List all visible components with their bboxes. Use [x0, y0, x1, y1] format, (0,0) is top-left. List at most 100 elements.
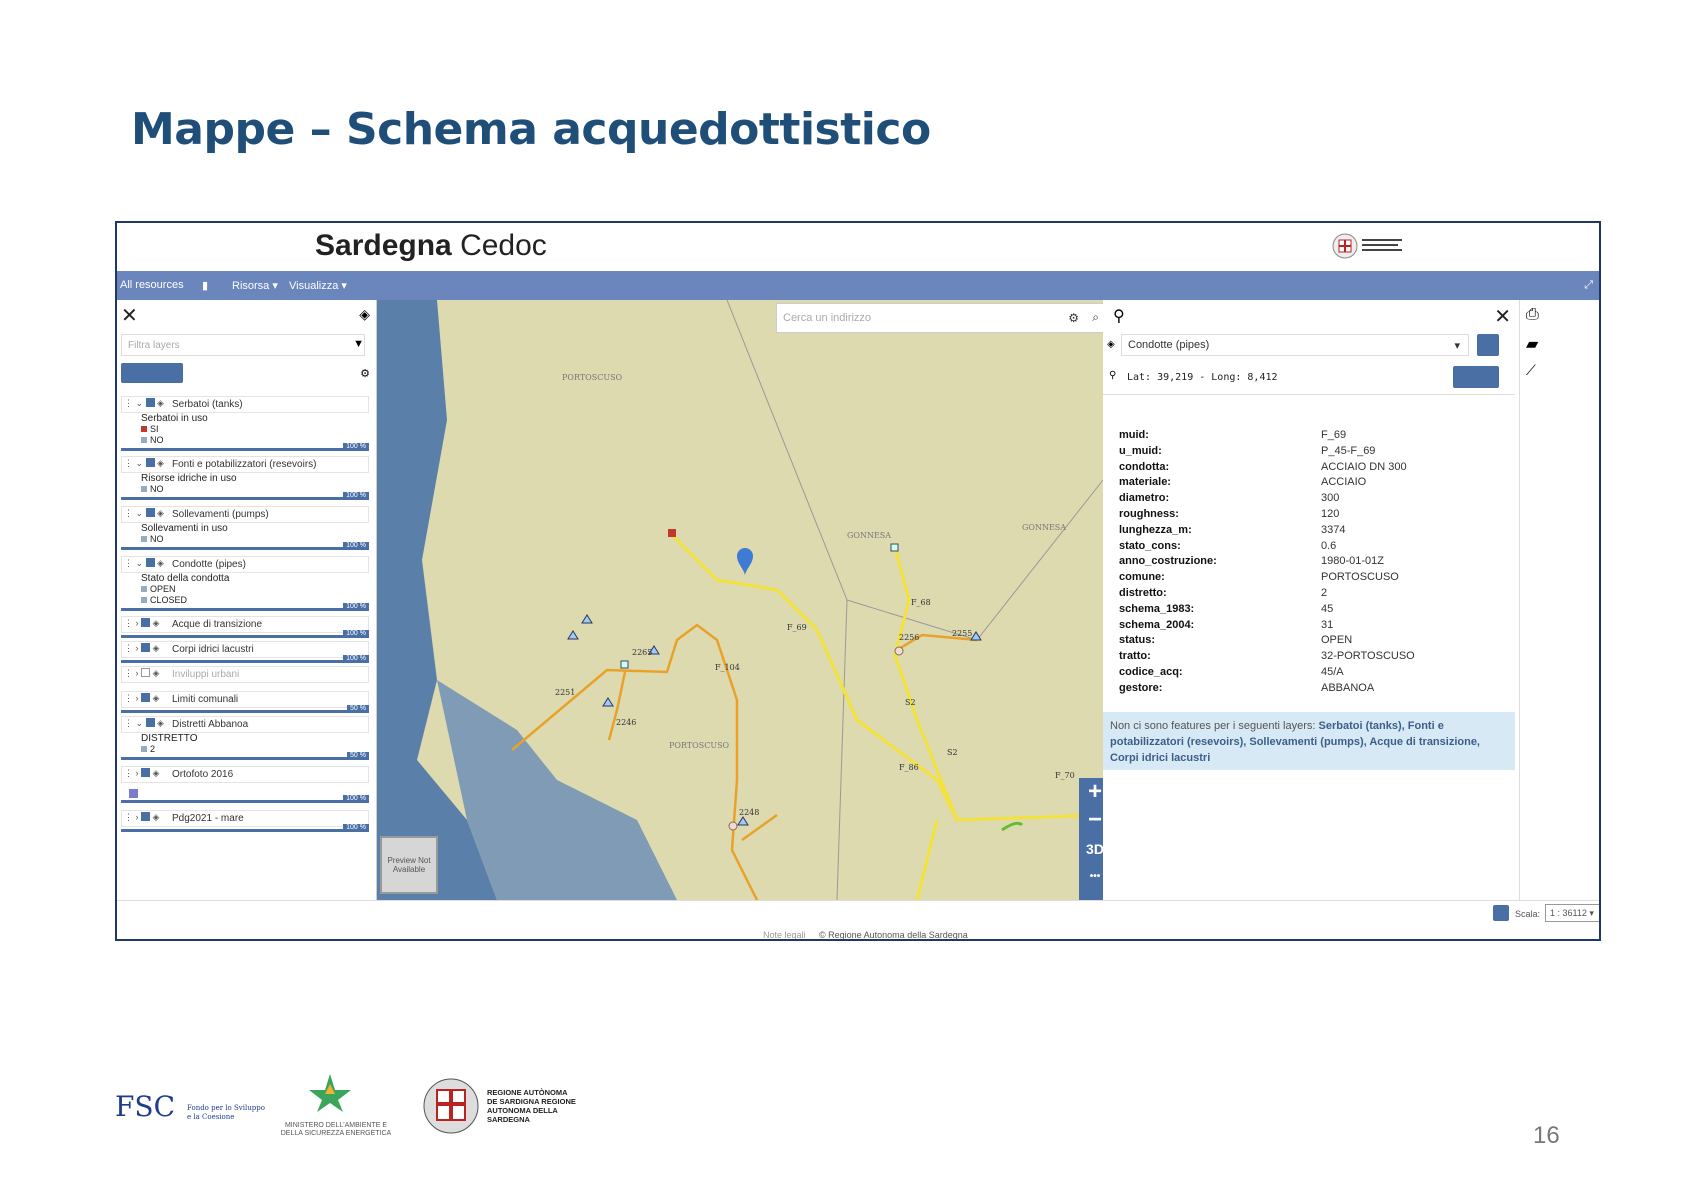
layer-header[interactable]: ⋮ ⌄ ◈ Serbatoi (tanks): [121, 396, 369, 413]
nav-risorsa[interactable]: Risorsa ▾: [232, 279, 278, 292]
fullscreen-icon[interactable]: ⤢: [1584, 279, 1593, 292]
layer-checkbox[interactable]: [145, 398, 155, 407]
layer-header[interactable]: ⋮ ⌄ ◈ Condotte (pipes): [121, 556, 369, 573]
location-pin-icon[interactable]: [737, 548, 753, 576]
tank-marker[interactable]: [620, 660, 629, 669]
gear-icon[interactable]: ⚙: [360, 367, 370, 380]
layer-controls[interactable]: ⋮ ⌄ ◈: [124, 718, 164, 729]
opacity-slider[interactable]: 100 %: [121, 492, 369, 500]
filter-layers-input[interactable]: Filtra layers: [121, 334, 365, 356]
chart-button[interactable]: [1477, 334, 1499, 356]
reservoir-marker[interactable]: [567, 630, 579, 640]
brand-logo[interactable]: Sardegna Cedoc: [315, 229, 547, 263]
reservoir-marker[interactable]: [737, 816, 749, 826]
layer-header[interactable]: ⋮ ⌄ ◈ Distretti Abbanoa: [121, 716, 369, 733]
info-buttons[interactable]: [1453, 366, 1499, 388]
opacity-slider[interactable]: 100 %: [121, 542, 369, 550]
layer-header[interactable]: ⋮ › ◈ Ortofoto 2016: [121, 766, 369, 783]
layer-header[interactable]: ⋮ › ◈ Acque di transizione: [121, 616, 369, 633]
layer-name: Fonti e potabilizzatori (resevoirs): [172, 459, 317, 470]
layer-controls[interactable]: ⋮ › ◈: [124, 643, 159, 654]
map-view[interactable]: PORTOSCUSO GONNESA GONNESA PORTOSCUSO F_69 F_…: [377, 300, 1103, 900]
opacity-slider[interactable]: 100 %: [121, 630, 369, 638]
filter-icon[interactable]: ▼: [353, 338, 364, 350]
layer-item[interactable]: ⋮ › ◈ Pdg2021 - mare 100 %: [121, 810, 369, 832]
reservoir-marker[interactable]: [602, 697, 614, 707]
opacity-slider[interactable]: 100 %: [121, 603, 369, 611]
map-canvas[interactable]: PORTOSCUSO GONNESA GONNESA PORTOSCUSO F_69 F_…: [377, 300, 1103, 900]
layer-checkbox[interactable]: [145, 558, 155, 567]
layer-checkbox[interactable]: [141, 812, 150, 821]
layer-header[interactable]: ⋮ › ◈ Inviluppi urbani: [121, 666, 369, 683]
layer-controls[interactable]: ⋮ ⌄ ◈: [124, 508, 164, 519]
layer-controls[interactable]: ⋮ ⌄ ◈: [124, 558, 164, 569]
gear-icon[interactable]: ⚙: [1068, 311, 1079, 325]
layer-controls[interactable]: ⋮ › ◈: [124, 768, 159, 779]
layer-controls[interactable]: ⋮ › ◈: [124, 693, 159, 704]
layer-checkbox[interactable]: [141, 668, 150, 677]
reservoir-marker[interactable]: [970, 631, 982, 641]
layer-item[interactable]: ⋮ › ◈ Corpi idrici lacustri 100 %: [121, 641, 369, 663]
scale-icon[interactable]: [1493, 905, 1509, 921]
layer-toolbar[interactable]: [121, 363, 183, 383]
layer-header[interactable]: ⋮ › ◈ Corpi idrici lacustri: [121, 641, 369, 658]
reservoir-marker[interactable]: [581, 614, 593, 624]
layer-header[interactable]: ⋮ ⌄ ◈ Fonti e potabilizzatori (resevoirs): [121, 456, 369, 473]
map-icon[interactable]: ▮: [202, 279, 208, 292]
layer-header[interactable]: ⋮ ⌄ ◈ Sollevamenti (pumps): [121, 506, 369, 523]
layer-controls[interactable]: ⋮ ⌄ ◈: [124, 398, 164, 409]
layer-item[interactable]: ⋮ ⌄ ◈ Sollevamenti (pumps) Sollevamenti in…: [121, 506, 369, 550]
tank-marker[interactable]: [668, 529, 676, 537]
layer-checkbox[interactable]: [141, 693, 150, 702]
nav-all-resources[interactable]: All resources: [120, 279, 184, 291]
layer-item[interactable]: ⋮ ⌄ ◈ Serbatoi (tanks) Serbatoi in uso SI NO…: [121, 396, 369, 451]
layer-item[interactable]: ⋮ › ◈ Ortofoto 2016 100 %: [121, 766, 369, 803]
search-icon[interactable]: ⌕: [1092, 310, 1099, 325]
background-preview[interactable]: Preview Not Available: [380, 836, 438, 894]
layer-item[interactable]: ⋮ ⌄ ◈ Distretti Abbanoa DISTRETTO 2 50 %: [121, 716, 369, 760]
folder-icon[interactable]: ▰: [1526, 334, 1538, 354]
close-icon[interactable]: ✕: [121, 303, 138, 328]
layer-item[interactable]: ⋮ ⌄ ◈ Condotte (pipes) Stato della condott…: [121, 556, 369, 611]
more-button[interactable]: •••: [1079, 864, 1103, 890]
layer-checkbox[interactable]: [141, 768, 150, 777]
legal-link[interactable]: Note legali: [763, 930, 806, 939]
zoom-out-button[interactable]: −: [1079, 806, 1103, 834]
3d-button[interactable]: 3D: [1079, 834, 1103, 864]
opacity-slider[interactable]: 50 %: [121, 705, 369, 713]
layer-controls[interactable]: ⋮ › ◈: [124, 812, 159, 823]
layer-checkbox[interactable]: [145, 718, 155, 727]
opacity-slider[interactable]: 50 %: [121, 752, 369, 760]
layer-item[interactable]: ⋮ ⌄ ◈ Fonti e potabilizzatori (resevoirs)…: [121, 456, 369, 500]
opacity-slider[interactable]: 100 %: [121, 443, 369, 451]
print-icon[interactable]: ⎙: [1526, 306, 1539, 324]
tank-marker[interactable]: [890, 543, 899, 552]
layer-checkbox[interactable]: [141, 618, 150, 627]
layers-icon[interactable]: ◈: [359, 306, 370, 323]
layer-item[interactable]: ⋮ › ◈ Acque di transizione 100 %: [121, 616, 369, 638]
attribute-value: PORTOSCUSO: [1321, 571, 1399, 584]
layer-header[interactable]: ⋮ › ◈ Limiti comunali: [121, 691, 369, 708]
nav-visualizza[interactable]: Visualizza ▾: [289, 279, 347, 292]
scale-select[interactable]: 1 : 36112 ▾: [1545, 904, 1599, 922]
layer-checkbox[interactable]: [145, 458, 155, 467]
opacity-slider[interactable]: 100 %: [121, 824, 369, 832]
layer-item[interactable]: ⋮ › ◈ Inviluppi urbani: [121, 666, 369, 683]
pump-marker[interactable]: [894, 646, 904, 656]
layer-select[interactable]: Condotte (pipes) ▾: [1121, 334, 1469, 356]
zoom-in-button[interactable]: +: [1079, 778, 1103, 806]
close-icon[interactable]: ✕: [1494, 304, 1511, 329]
layer-controls[interactable]: ⋮ › ◈: [124, 668, 159, 679]
address-search-input[interactable]: Cerca un indirizzo ⚙ ⌕ ≡: [776, 303, 1103, 333]
layer-item[interactable]: ⋮ › ◈ Limiti comunali 50 %: [121, 691, 369, 713]
layer-checkbox[interactable]: [141, 643, 150, 652]
opacity-slider[interactable]: 100 %: [121, 655, 369, 663]
pump-marker[interactable]: [728, 821, 738, 831]
opacity-slider[interactable]: 100 %: [121, 795, 369, 803]
layer-header[interactable]: ⋮ › ◈ Pdg2021 - mare: [121, 810, 369, 827]
layer-controls[interactable]: ⋮ › ◈: [124, 618, 159, 629]
ruler-icon[interactable]: ⟋: [1526, 362, 1536, 379]
scale-value: 1 : 36112: [1550, 908, 1587, 918]
layer-checkbox[interactable]: [145, 508, 155, 517]
layer-controls[interactable]: ⋮ ⌄ ◈: [124, 458, 164, 469]
